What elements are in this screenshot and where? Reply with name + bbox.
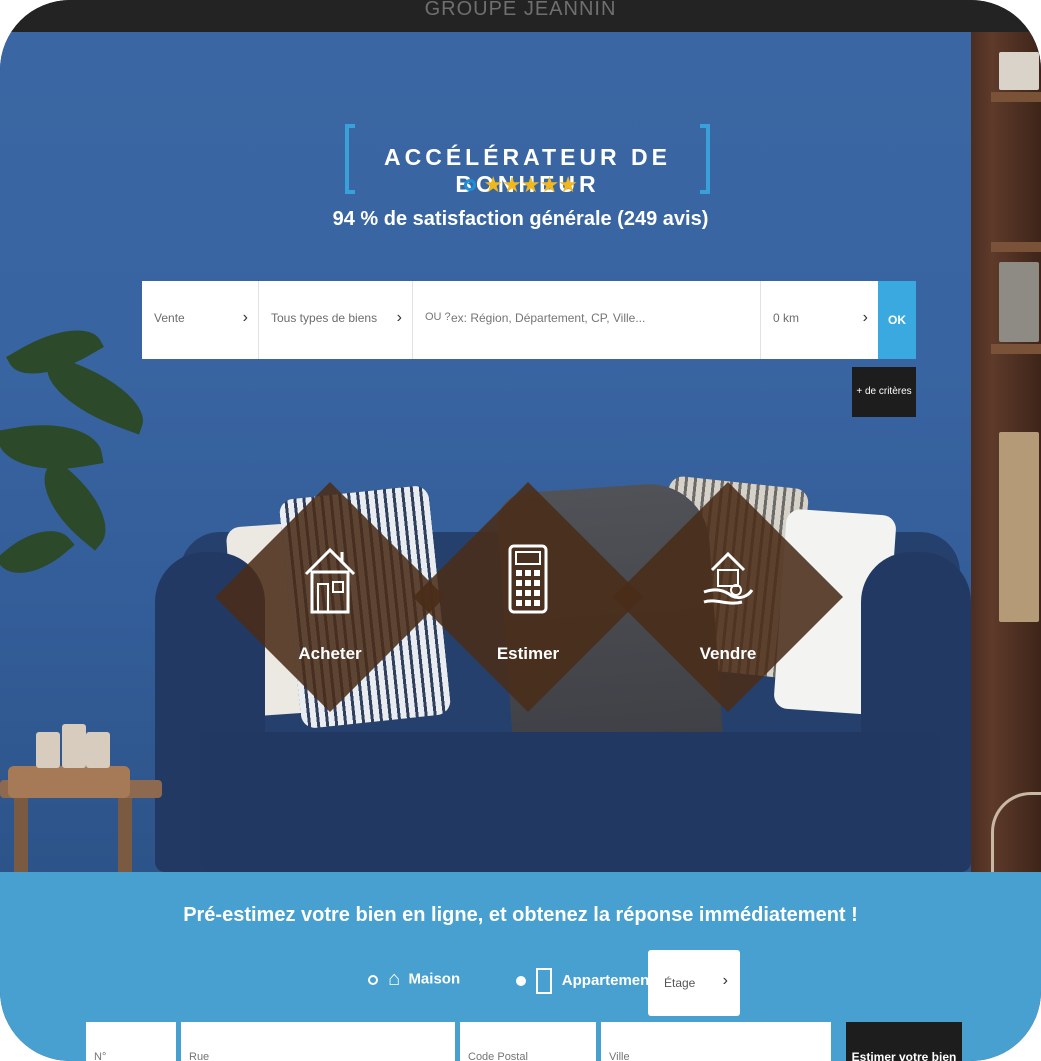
house-option-label: Maison (408, 970, 461, 988)
house-icon (304, 547, 356, 614)
location-prefix: OU ? (425, 311, 451, 323)
floor-select[interactable]: Étage › (648, 950, 740, 1016)
estimate-property-button[interactable]: Estimer votre bien (846, 1022, 962, 1061)
sell-label: Vendre (699, 644, 757, 663)
estimation-title: Pré-estimez votre bien en ligne, et obte… (183, 904, 858, 926)
transaction-select[interactable]: Vente › (142, 281, 259, 359)
buy-tile[interactable]: Acheter (215, 482, 445, 712)
postal-code-input[interactable] (460, 1022, 596, 1061)
house-option[interactable]: ⌂ Maison (368, 968, 460, 998)
apartment-option[interactable]: Appartement (516, 968, 654, 998)
chevron-right-icon: › (396, 309, 402, 326)
street-number-input[interactable] (86, 1022, 176, 1061)
house-radio[interactable] (368, 974, 378, 985)
calculator-icon (508, 544, 548, 614)
hand-house-icon (703, 551, 754, 605)
building-icon (536, 968, 553, 994)
house-outline-icon: ⌂ (388, 968, 401, 990)
location-field[interactable]: OU ? (413, 281, 761, 359)
apartment-option-label: Appartement (561, 971, 655, 989)
location-input[interactable] (451, 305, 751, 331)
chevron-right-icon: › (862, 309, 868, 326)
property-type-value: Tous types de biens (271, 311, 378, 325)
brand-name[interactable]: GROUPE JEANNIN (425, 0, 617, 19)
estimate-label: Estimer (496, 644, 560, 663)
radius-select[interactable]: 0 km › (761, 281, 878, 359)
sell-tile[interactable]: Vendre (613, 482, 843, 712)
top-bar: GROUPE JEANNIN (0, 0, 1041, 32)
more-criteria-button[interactable]: + de critères (852, 367, 916, 417)
plant-decoration (0, 312, 160, 632)
property-search-bar: Vente › Tous types de biens › OU ? 0 km … (142, 281, 916, 359)
buy-label: Acheter (298, 644, 362, 663)
estimate-tile[interactable]: Estimer (413, 482, 643, 712)
chevron-right-icon: › (242, 309, 248, 326)
rating-row: ★★★★★ (0, 172, 1041, 198)
google-icon (463, 179, 476, 191)
radius-value: 0 km (773, 311, 800, 325)
hero-section: ACCÉLÉRATEUR DE BONHEUR ★★★★★ 94 % de sa… (0, 32, 1041, 872)
rating-stars: ★★★★★ (483, 172, 578, 197)
city-input[interactable] (601, 1022, 831, 1061)
transaction-value: Vente (154, 311, 185, 325)
search-submit-button[interactable]: OK (878, 281, 916, 359)
bookshelf-decoration (971, 32, 1041, 872)
street-input[interactable] (181, 1022, 455, 1061)
chevron-right-icon: › (722, 972, 728, 989)
page-frame: GROUPE JEANNIN ACCÉLÉRATEUR DE BONHEUR ★… (0, 0, 1041, 1061)
floor-value: Étage (664, 976, 696, 990)
satisfaction-text: 94 % de satisfaction générale (249 avis) (332, 208, 709, 230)
apartment-radio[interactable] (516, 976, 526, 986)
property-type-select[interactable]: Tous types de biens › (259, 281, 413, 359)
